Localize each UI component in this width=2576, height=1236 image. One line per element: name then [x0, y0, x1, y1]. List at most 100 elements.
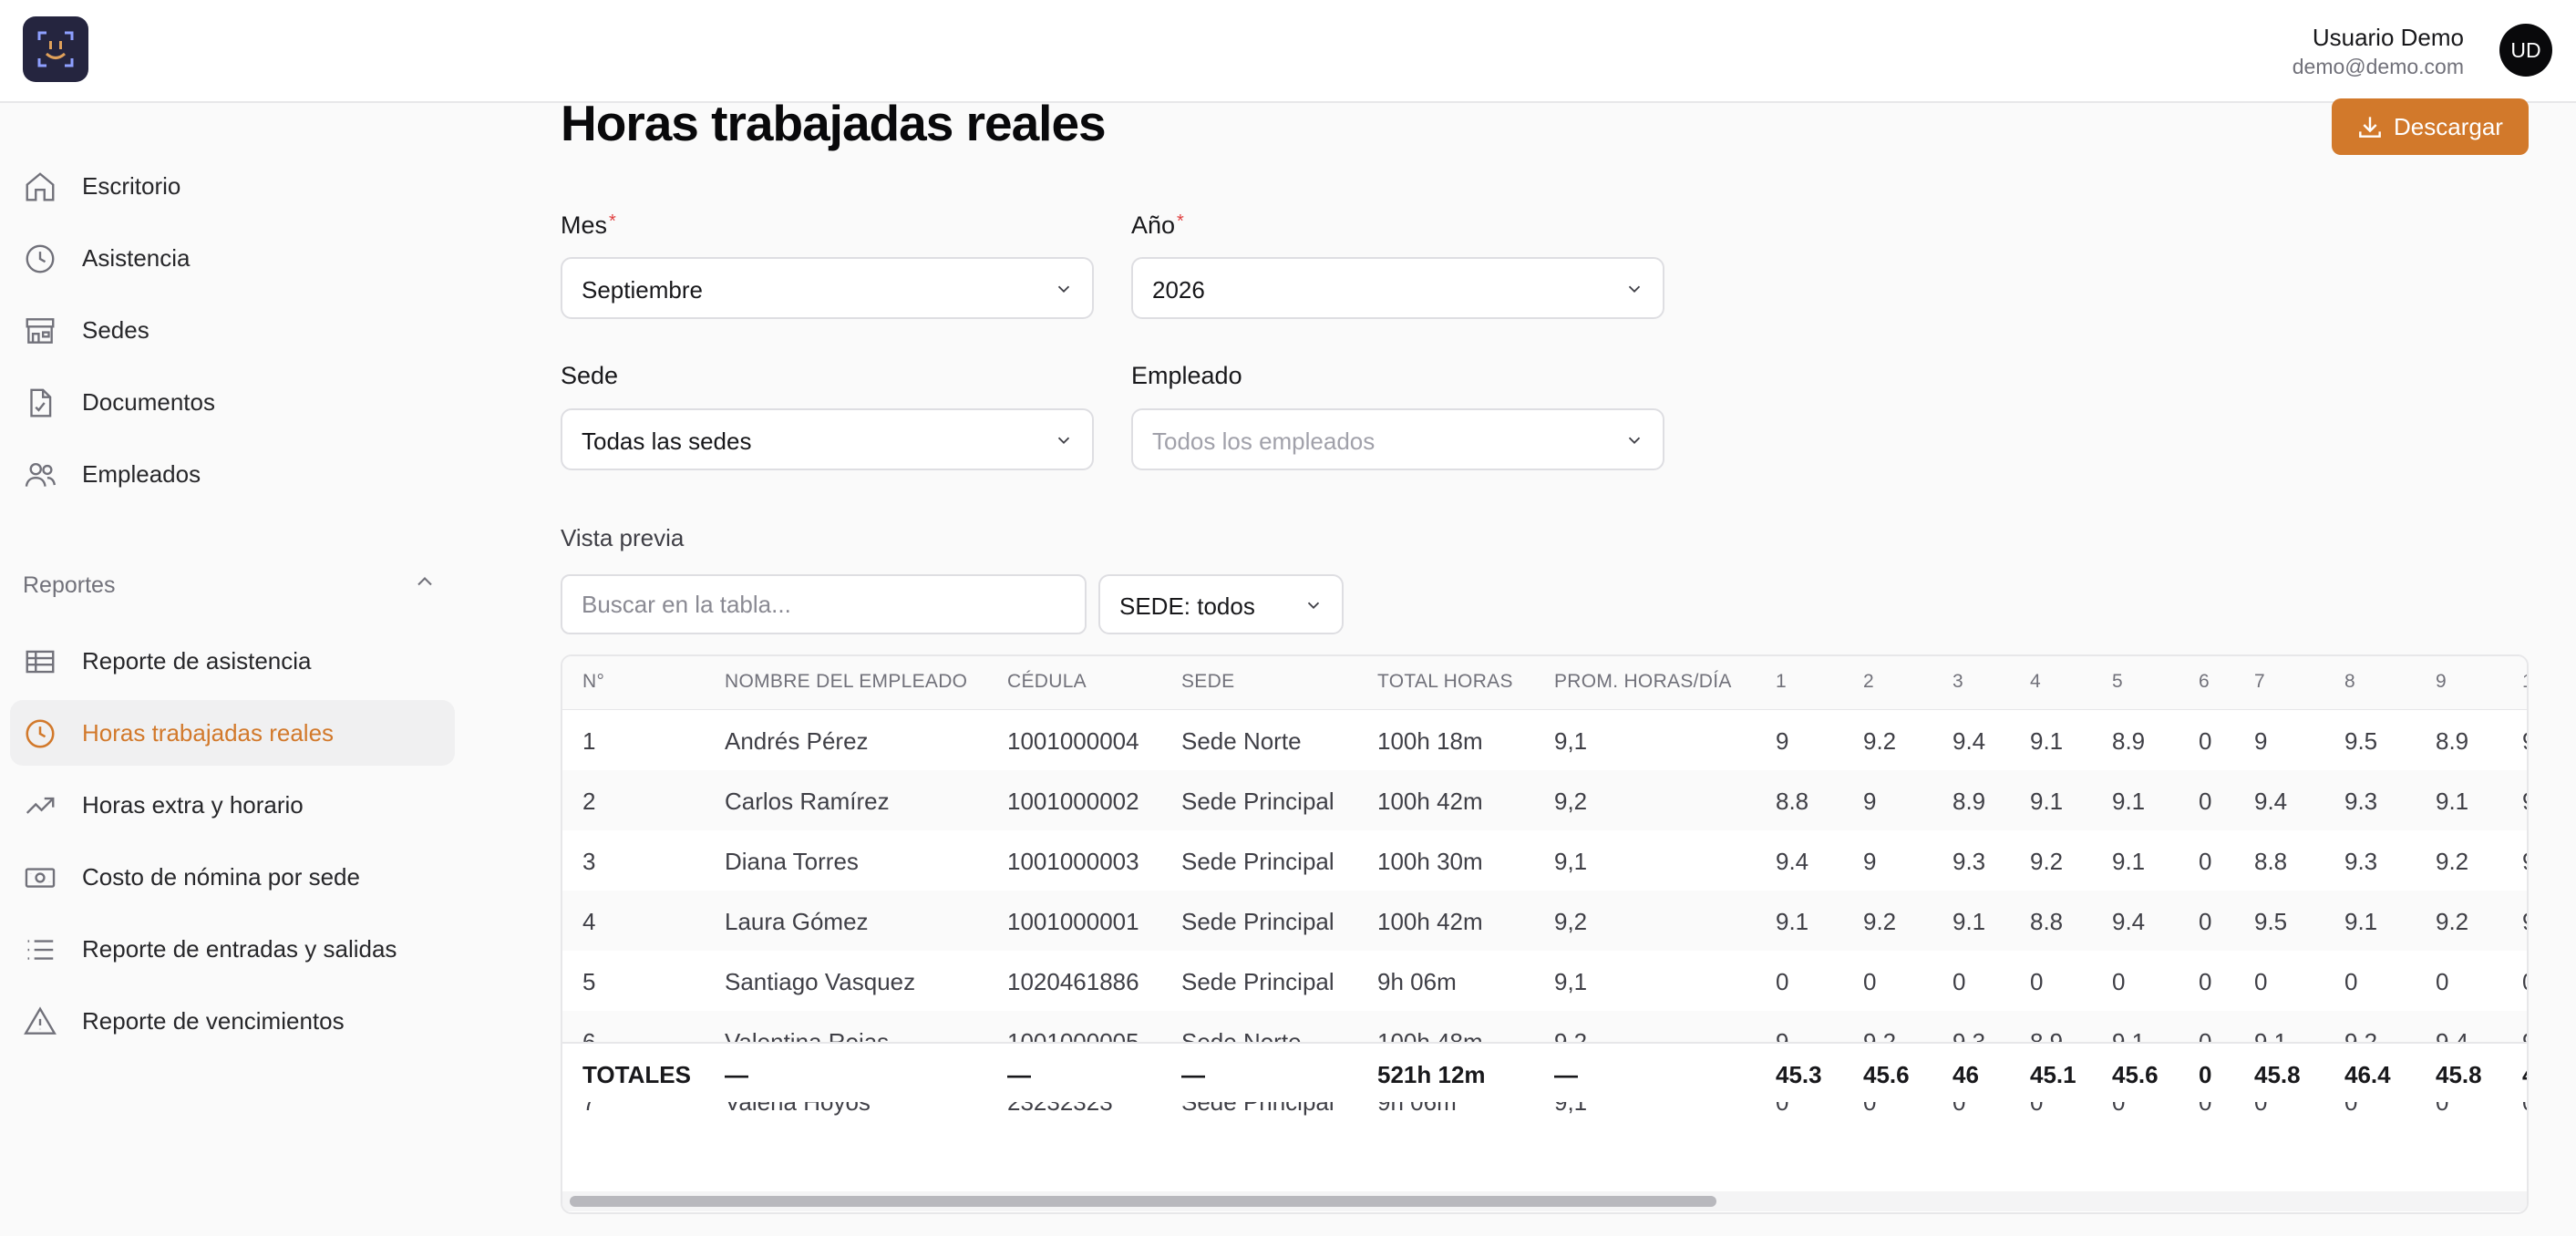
- column-header[interactable]: SEDE: [1181, 671, 1234, 693]
- table-cell: 9.1: [2112, 848, 2146, 875]
- site-value: Todas las sedes: [582, 427, 752, 455]
- sidebar-item-reporte-asistencia[interactable]: Reporte de asistencia: [10, 628, 455, 694]
- totals-cell: 4: [2522, 1061, 2527, 1089]
- totals-cell: 45.6: [1863, 1061, 1910, 1088]
- employee-select[interactable]: Todos los empleados: [1131, 408, 1664, 470]
- table-cell: 8.9: [2436, 727, 2469, 755]
- totals-row: TOTALES — — — 521h 12m — 45.3 45.6 46 45…: [562, 1042, 2527, 1102]
- table-cell: 8.9: [1953, 788, 1986, 815]
- sidebar-item-asistencia[interactable]: Asistencia: [10, 225, 455, 291]
- sidebar-item-label: Empleados: [82, 459, 201, 488]
- list-icon: [23, 932, 57, 967]
- column-header[interactable]: 4: [2030, 671, 2041, 693]
- sidebar-item-costo-nomina[interactable]: Costo de nómina por sede: [10, 844, 455, 910]
- column-header[interactable]: 1: [1776, 671, 1787, 693]
- month-value: Septiembre: [582, 276, 703, 304]
- table-row[interactable]: 2 Carlos Ramírez 1001000002 Sede Principal 1…: [562, 770, 2527, 830]
- table-cell: 1001000002: [1007, 788, 1139, 815]
- site-select[interactable]: Todas las sedes: [561, 408, 1094, 470]
- table-cell: 0: [2344, 968, 2358, 995]
- table-search-input[interactable]: [561, 574, 1087, 634]
- table-cell: 9,2: [1554, 908, 1588, 935]
- totals-cell: 46: [1953, 1061, 1979, 1088]
- scrollbar-thumb[interactable]: [570, 1196, 1716, 1207]
- avatar[interactable]: UD: [2499, 24, 2552, 77]
- sidebar-item-escritorio[interactable]: Escritorio: [10, 153, 455, 219]
- sidebar-item-label: Reporte de entradas y salidas: [82, 934, 397, 963]
- sidebar-item-horas-extra[interactable]: Horas extra y horario: [10, 772, 455, 838]
- table-cell: 9.2: [1863, 908, 1897, 935]
- table-row[interactable]: 5 Santiago Vasquez 1020461886 Sede Principa…: [562, 951, 2527, 1011]
- totals-cell: 45.6: [2112, 1061, 2159, 1088]
- table-cell: 5: [582, 968, 596, 995]
- table-cell: 0: [1776, 968, 1789, 995]
- table-cell: 9.5: [2254, 908, 2288, 935]
- column-header[interactable]: 3: [1953, 671, 1963, 693]
- sidebar-item-label: Horas trabajadas reales: [82, 718, 335, 747]
- sidebar: Escritorio Asistencia Sedes Documentos E…: [0, 105, 465, 1236]
- table-cell: 0: [2199, 727, 2212, 755]
- table-cell: 9.3: [1953, 848, 1986, 875]
- table-cell: 0: [1953, 968, 1966, 995]
- column-header[interactable]: 7: [2254, 671, 2265, 693]
- horizontal-scrollbar[interactable]: [562, 1191, 2527, 1211]
- table-cell: 9: [2522, 788, 2527, 816]
- totals-cell: 46.4: [2344, 1061, 2391, 1088]
- totals-cell: 0: [2199, 1061, 2212, 1088]
- sidebar-item-label: Reporte de vencimientos: [82, 1006, 345, 1035]
- sidebar-item-entradas-salidas[interactable]: Reporte de entradas y salidas: [10, 916, 455, 982]
- column-header[interactable]: NOMBRE DEL EMPLEADO: [725, 671, 967, 693]
- table-cell: Diana Torres: [725, 848, 859, 875]
- table-cell: 9: [2522, 727, 2527, 756]
- table-row[interactable]: 3 Diana Torres 1001000003 Sede Principal 100…: [562, 830, 2527, 891]
- column-header[interactable]: 2: [1863, 671, 1874, 693]
- sidebar-item-documentos[interactable]: Documentos: [10, 369, 455, 435]
- table-cell: 0: [2030, 968, 2044, 995]
- year-select[interactable]: 2026: [1131, 257, 1664, 319]
- table-cell: 0: [2199, 788, 2212, 815]
- table-row[interactable]: 1 Andrés Pérez 1001000004 Sede Norte 100h 18…: [562, 710, 2527, 770]
- banknote-icon: [23, 860, 57, 895]
- table-cell: 1: [582, 727, 596, 755]
- column-header[interactable]: 9: [2436, 671, 2447, 693]
- preview-title: Vista previa: [561, 524, 685, 551]
- employee-label: Empleado: [1131, 362, 1242, 389]
- download-button[interactable]: Descargar: [2332, 98, 2529, 155]
- sidebar-item-sedes[interactable]: Sedes: [10, 297, 455, 363]
- month-select[interactable]: Septiembre: [561, 257, 1094, 319]
- table-cell: 4: [582, 908, 596, 935]
- table-cell: 9,2: [1554, 788, 1588, 815]
- column-header[interactable]: 6: [2199, 671, 2210, 693]
- table-cell: Laura Gómez: [725, 908, 869, 935]
- chevron-up-icon[interactable]: [412, 569, 438, 594]
- store-icon: [23, 314, 57, 348]
- sidebar-item-label: Reporte de asistencia: [82, 646, 312, 675]
- sidebar-item-empleados[interactable]: Empleados: [10, 441, 455, 507]
- sidebar-item-horas-trabajadas[interactable]: Horas trabajadas reales: [10, 700, 455, 766]
- column-header[interactable]: TOTAL HORAS: [1377, 671, 1513, 693]
- column-header[interactable]: CÉDULA: [1007, 671, 1087, 693]
- table-cell: 9.3: [2344, 788, 2378, 815]
- table-cell: 0: [2199, 968, 2212, 995]
- table-cell: Sede Principal: [1181, 788, 1334, 815]
- column-header[interactable]: PROM. HORAS/DÍA: [1554, 671, 1732, 693]
- user-name: Usuario Demo: [2312, 24, 2464, 51]
- sidebar-item-label: Horas extra y horario: [82, 790, 304, 819]
- table-cell: Sede Norte: [1181, 727, 1302, 755]
- users-icon: [23, 458, 57, 492]
- table-cell: 100h 30m: [1377, 848, 1483, 875]
- app-logo[interactable]: [23, 16, 88, 82]
- table-cell: 9.1: [2030, 727, 2064, 755]
- chevron-down-icon: [1307, 602, 1320, 610]
- table-cell: 0: [1863, 968, 1877, 995]
- column-header[interactable]: 1: [2522, 671, 2527, 693]
- table-cell: 3: [582, 848, 596, 875]
- column-header[interactable]: 8: [2344, 671, 2355, 693]
- reports-section-title[interactable]: Reportes: [23, 572, 115, 599]
- table-cell: Sede Principal: [1181, 908, 1334, 935]
- table-row[interactable]: 4 Laura Gómez 1001000001 Sede Principal 100h…: [562, 891, 2527, 951]
- site-filter-select[interactable]: SEDE: todos: [1098, 574, 1344, 634]
- sidebar-item-vencimientos[interactable]: Reporte de vencimientos: [10, 988, 455, 1054]
- column-header[interactable]: 5: [2112, 671, 2123, 693]
- column-header[interactable]: N°: [582, 671, 604, 693]
